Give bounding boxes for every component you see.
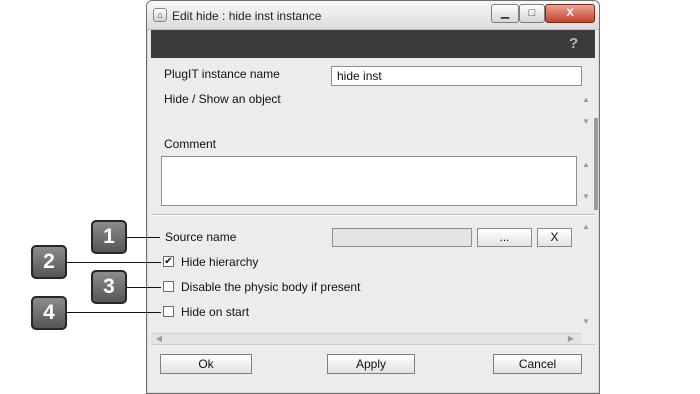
description-text: Hide / Show an object — [164, 92, 281, 106]
disable-physic-label[interactable]: Disable the physic body if present — [181, 280, 360, 294]
scroll-right-icon[interactable]: ▶ — [565, 334, 577, 344]
minimize-button[interactable]: ▁ — [491, 4, 519, 23]
source-name-label: Source name — [165, 230, 237, 244]
callout-2-leader — [67, 262, 161, 263]
callout-3-leader — [127, 287, 161, 288]
source-name-input[interactable] — [332, 228, 472, 247]
ok-button[interactable]: Ok — [160, 354, 252, 374]
hide-on-start-checkbox[interactable] — [163, 306, 174, 317]
apply-button[interactable]: Apply — [327, 354, 415, 374]
header-bar — [151, 30, 595, 58]
callout-4: 4 — [31, 296, 67, 330]
callout-1: 1 — [91, 220, 127, 254]
help-icon[interactable]: ? — [569, 35, 578, 52]
params-scroll-down-icon[interactable]: ▼ — [580, 317, 592, 327]
browse-button[interactable]: ... — [477, 228, 532, 247]
horizontal-scrollbar[interactable] — [151, 333, 581, 344]
callout-1-leader — [127, 237, 160, 238]
clear-source-button[interactable]: X — [537, 228, 572, 247]
instance-name-input[interactable]: hide inst — [331, 66, 582, 86]
comment-scroll-down-icon[interactable]: ▼ — [580, 192, 592, 202]
window-title: Edit hide : hide inst instance — [172, 9, 322, 23]
params-scroll-up-icon[interactable]: ▲ — [580, 222, 592, 232]
scroll-up-icon[interactable]: ▲ — [580, 95, 592, 105]
close-button[interactable]: X — [545, 4, 595, 23]
hide-on-start-label[interactable]: Hide on start — [181, 305, 249, 319]
panel-scrollbar-thumb[interactable] — [594, 118, 598, 210]
disable-physic-checkbox[interactable] — [163, 281, 174, 292]
callout-3: 3 — [91, 270, 127, 304]
maximize-button[interactable]: □ — [519, 4, 545, 23]
app-icon: ⌂ — [153, 8, 167, 22]
instance-name-label: PlugIT instance name — [164, 67, 280, 81]
comment-textarea[interactable] — [161, 156, 577, 206]
comment-label: Comment — [164, 137, 217, 151]
callout-4-leader — [67, 312, 161, 313]
scroll-left-icon[interactable]: ◀ — [153, 334, 165, 344]
hide-hierarchy-label[interactable]: Hide hierarchy — [181, 255, 258, 269]
callout-2: 2 — [31, 245, 67, 279]
comment-scroll-up-icon[interactable]: ▲ — [580, 160, 592, 170]
hide-hierarchy-checkbox[interactable]: ✔ — [163, 256, 174, 267]
scroll-down-icon[interactable]: ▼ — [580, 117, 592, 127]
cancel-button[interactable]: Cancel — [493, 354, 582, 374]
